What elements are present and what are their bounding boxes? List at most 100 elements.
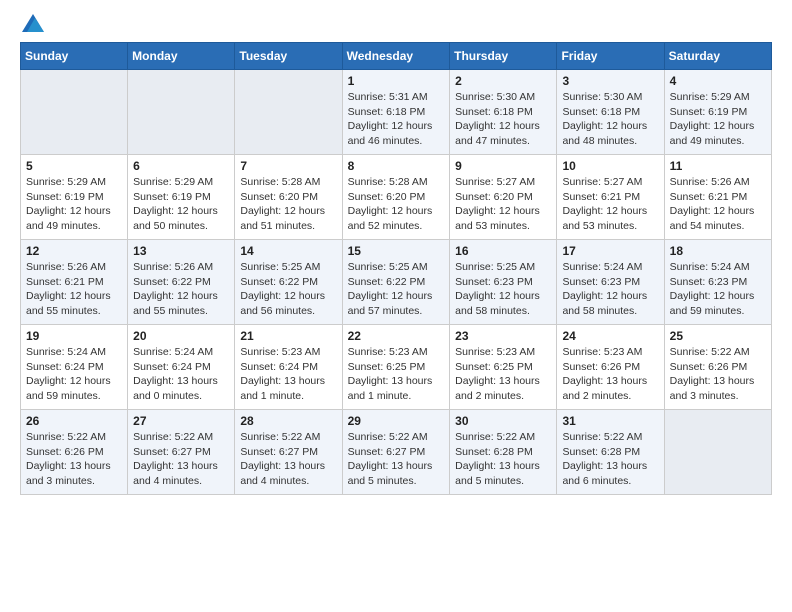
calendar-week-row: 19 Sunrise: 5:24 AM Sunset: 6:24 PM Dayli…	[21, 325, 772, 410]
day-number: 17	[562, 244, 658, 258]
calendar-cell: 29Sunrise: 5:22 AM Sunset: 6:27 PM Dayli…	[342, 410, 450, 495]
day-info: Sunrise: 5:22 AM Sunset: 6:26 PM Dayligh…	[26, 430, 122, 489]
day-info: Sunrise: 5:26 AM Sunset: 6:21 PM Dayligh…	[26, 260, 122, 319]
weekday-header: Thursday	[450, 43, 557, 70]
calendar-cell: 25 Sunrise: 5:22 AM Sunset: 6:26 PM Dayli…	[664, 325, 771, 410]
day-number: 22	[348, 329, 445, 343]
day-info: Sunrise: 5:22 AM Sunset: 6:27 PM Dayligh…	[240, 430, 336, 489]
day-number: 20	[133, 329, 229, 343]
calendar-week-row: 12 Sunrise: 5:26 AM Sunset: 6:21 PM Dayli…	[21, 240, 772, 325]
weekday-header: Friday	[557, 43, 664, 70]
calendar-cell: 6 Sunrise: 5:29 AM Sunset: 6:19 PM Daylig…	[128, 155, 235, 240]
day-info: Sunrise: 5:22 AM Sunset: 6:27 PM Dayligh…	[348, 430, 445, 489]
day-info: Sunrise: 5:23 AM Sunset: 6:25 PM Dayligh…	[455, 345, 551, 404]
calendar-cell: 11 Sunrise: 5:26 AM Sunset: 6:21 PM Dayli…	[664, 155, 771, 240]
calendar-cell: 16Sunrise: 5:25 AM Sunset: 6:23 PM Dayli…	[450, 240, 557, 325]
day-info: Sunrise: 5:30 AM Sunset: 6:18 PM Dayligh…	[455, 90, 551, 149]
calendar-cell: 28Sunrise: 5:22 AM Sunset: 6:27 PM Dayli…	[235, 410, 342, 495]
calendar-cell: 12 Sunrise: 5:26 AM Sunset: 6:21 PM Dayli…	[21, 240, 128, 325]
calendar-cell: 9 Sunrise: 5:27 AM Sunset: 6:20 PM Daylig…	[450, 155, 557, 240]
day-number: 25	[670, 329, 766, 343]
calendar-cell: 8 Sunrise: 5:28 AM Sunset: 6:20 PM Daylig…	[342, 155, 450, 240]
calendar-week-row: 5 Sunrise: 5:29 AM Sunset: 6:19 PM Daylig…	[21, 155, 772, 240]
day-number: 12	[26, 244, 122, 258]
calendar-cell: 2 Sunrise: 5:30 AM Sunset: 6:18 PM Daylig…	[450, 70, 557, 155]
day-info: Sunrise: 5:22 AM Sunset: 6:28 PM Dayligh…	[562, 430, 658, 489]
calendar-week-row: 26 Sunrise: 5:22 AM Sunset: 6:26 PM Dayli…	[21, 410, 772, 495]
calendar-cell	[21, 70, 128, 155]
day-number: 7	[240, 159, 336, 173]
day-number: 27	[133, 414, 229, 428]
weekday-header: Sunday	[21, 43, 128, 70]
day-info: Sunrise: 5:22 AM Sunset: 6:27 PM Dayligh…	[133, 430, 229, 489]
day-number: 5	[26, 159, 122, 173]
calendar-cell: 26 Sunrise: 5:22 AM Sunset: 6:26 PM Dayli…	[21, 410, 128, 495]
calendar-cell: 1 Sunrise: 5:31 AM Sunset: 6:18 PM Daylig…	[342, 70, 450, 155]
day-number: 2	[455, 74, 551, 88]
day-info: Sunrise: 5:31 AM Sunset: 6:18 PM Dayligh…	[348, 90, 445, 149]
day-info: Sunrise: 5:23 AM Sunset: 6:26 PM Dayligh…	[562, 345, 658, 404]
day-info: Sunrise: 5:28 AM Sunset: 6:20 PM Dayligh…	[240, 175, 336, 234]
calendar-cell	[664, 410, 771, 495]
calendar-cell: 21 Sunrise: 5:23 AM Sunset: 6:24 PM Dayli…	[235, 325, 342, 410]
calendar-cell: 30Sunrise: 5:22 AM Sunset: 6:28 PM Dayli…	[450, 410, 557, 495]
day-number: 30	[455, 414, 551, 428]
day-info: Sunrise: 5:29 AM Sunset: 6:19 PM Dayligh…	[133, 175, 229, 234]
weekday-header: Monday	[128, 43, 235, 70]
day-number: 1	[348, 74, 445, 88]
calendar-cell: 7 Sunrise: 5:28 AM Sunset: 6:20 PM Daylig…	[235, 155, 342, 240]
day-number: 9	[455, 159, 551, 173]
logo	[20, 16, 44, 32]
day-number: 6	[133, 159, 229, 173]
day-info: Sunrise: 5:30 AM Sunset: 6:18 PM Dayligh…	[562, 90, 658, 149]
day-number: 8	[348, 159, 445, 173]
day-number: 31	[562, 414, 658, 428]
day-number: 24	[562, 329, 658, 343]
day-number: 23	[455, 329, 551, 343]
day-number: 21	[240, 329, 336, 343]
day-number: 4	[670, 74, 766, 88]
day-info: Sunrise: 5:27 AM Sunset: 6:20 PM Dayligh…	[455, 175, 551, 234]
day-number: 15	[348, 244, 445, 258]
day-info: Sunrise: 5:29 AM Sunset: 6:19 PM Dayligh…	[670, 90, 766, 149]
calendar-table: SundayMondayTuesdayWednesdayThursdayFrid…	[20, 42, 772, 495]
calendar-cell: 23 Sunrise: 5:23 AM Sunset: 6:25 PM Dayli…	[450, 325, 557, 410]
day-info: Sunrise: 5:23 AM Sunset: 6:24 PM Dayligh…	[240, 345, 336, 404]
day-number: 19	[26, 329, 122, 343]
day-info: Sunrise: 5:26 AM Sunset: 6:21 PM Dayligh…	[670, 175, 766, 234]
calendar-cell: 4 Sunrise: 5:29 AM Sunset: 6:19 PM Daylig…	[664, 70, 771, 155]
calendar-cell: 19Sunrise: 5:24 AM Sunset: 6:24 PM Dayli…	[21, 325, 128, 410]
calendar-cell: 17 Sunrise: 5:24 AM Sunset: 6:23 PM Dayli…	[557, 240, 664, 325]
day-number: 10	[562, 159, 658, 173]
calendar-week-row: 1 Sunrise: 5:31 AM Sunset: 6:18 PM Daylig…	[21, 70, 772, 155]
day-info: Sunrise: 5:28 AM Sunset: 6:20 PM Dayligh…	[348, 175, 445, 234]
calendar-cell: 3 Sunrise: 5:30 AM Sunset: 6:18 PM Daylig…	[557, 70, 664, 155]
day-info: Sunrise: 5:25 AM Sunset: 6:23 PM Dayligh…	[455, 260, 551, 319]
day-info: Sunrise: 5:24 AM Sunset: 6:24 PM Dayligh…	[133, 345, 229, 404]
day-number: 13	[133, 244, 229, 258]
calendar-cell: 22 Sunrise: 5:23 AM Sunset: 6:25 PM Dayli…	[342, 325, 450, 410]
calendar-cell: 20 Sunrise: 5:24 AM Sunset: 6:24 PM Dayli…	[128, 325, 235, 410]
day-info: Sunrise: 5:22 AM Sunset: 6:26 PM Dayligh…	[670, 345, 766, 404]
calendar-cell: 27 Sunrise: 5:22 AM Sunset: 6:27 PM Dayli…	[128, 410, 235, 495]
day-info: Sunrise: 5:23 AM Sunset: 6:25 PM Dayligh…	[348, 345, 445, 404]
day-number: 18	[670, 244, 766, 258]
day-info: Sunrise: 5:27 AM Sunset: 6:21 PM Dayligh…	[562, 175, 658, 234]
day-info: Sunrise: 5:26 AM Sunset: 6:22 PM Dayligh…	[133, 260, 229, 319]
page-header	[20, 16, 772, 32]
weekday-header: Tuesday	[235, 43, 342, 70]
day-number: 26	[26, 414, 122, 428]
weekday-header: Saturday	[664, 43, 771, 70]
day-info: Sunrise: 5:29 AM Sunset: 6:19 PM Dayligh…	[26, 175, 122, 234]
calendar-header-row: SundayMondayTuesdayWednesdayThursdayFrid…	[21, 43, 772, 70]
calendar-cell: 13 Sunrise: 5:26 AM Sunset: 6:22 PM Dayli…	[128, 240, 235, 325]
day-number: 3	[562, 74, 658, 88]
calendar-cell: 18Sunrise: 5:24 AM Sunset: 6:23 PM Dayli…	[664, 240, 771, 325]
day-number: 11	[670, 159, 766, 173]
logo-icon	[22, 14, 44, 32]
calendar-cell	[128, 70, 235, 155]
day-number: 14	[240, 244, 336, 258]
calendar-cell: 15Sunrise: 5:25 AM Sunset: 6:22 PM Dayli…	[342, 240, 450, 325]
day-info: Sunrise: 5:24 AM Sunset: 6:23 PM Dayligh…	[562, 260, 658, 319]
calendar-cell	[235, 70, 342, 155]
